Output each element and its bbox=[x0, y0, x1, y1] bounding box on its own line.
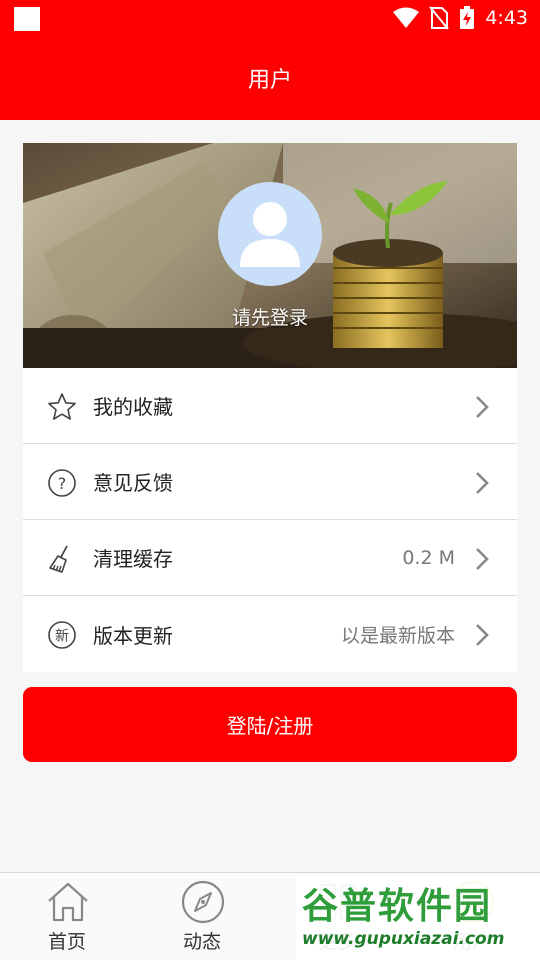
compass-icon bbox=[181, 880, 225, 924]
version-status-value: 以是最新版本 bbox=[340, 624, 455, 647]
menu-item-version-update[interactable]: 新 版本更新 以是最新版本 bbox=[23, 596, 517, 672]
tab-home[interactable]: 首页 bbox=[7, 873, 127, 960]
menu-item-favorites[interactable]: 我的收藏 bbox=[23, 368, 517, 444]
cache-size-value: 0.2 M bbox=[402, 546, 455, 569]
chevron-right-icon bbox=[476, 472, 489, 494]
tab-feed[interactable]: 动态 bbox=[142, 873, 262, 960]
status-icons: 4:43 bbox=[393, 5, 528, 31]
login-register-button[interactable]: 登陆/注册 bbox=[23, 687, 517, 762]
question-circle-icon: ? bbox=[47, 468, 77, 498]
menu-item-feedback[interactable]: ? 意见反馈 bbox=[23, 444, 517, 520]
menu-item-label: 清理缓存 bbox=[93, 547, 173, 571]
watermark-url: www.gupuxiazai.com bbox=[302, 929, 505, 949]
clock: 4:43 bbox=[485, 7, 528, 29]
avatar[interactable] bbox=[218, 182, 322, 286]
menu-item-label: 版本更新 bbox=[93, 623, 173, 648]
user-card: 请先登录 我的收藏 ? 意见反馈 清理缓存 0.2 M 新 版本更新 以是最新版… bbox=[23, 143, 517, 672]
wifi-icon bbox=[393, 7, 420, 28]
watermark-title: 谷普软件园 bbox=[302, 886, 493, 927]
profile-banner: 请先登录 bbox=[23, 143, 517, 368]
settings-menu: 我的收藏 ? 意见反馈 清理缓存 0.2 M 新 版本更新 以是最新版本 bbox=[23, 368, 517, 672]
menu-item-label: 意见反馈 bbox=[93, 471, 173, 495]
watermark: 谷普软件园 www.gupuxiazai.com bbox=[296, 876, 540, 960]
new-badge-icon: 新 bbox=[47, 620, 77, 650]
menu-item-label: 我的收藏 bbox=[93, 395, 173, 419]
svg-text:新: 新 bbox=[55, 629, 69, 645]
page-title: 用户 bbox=[247, 68, 292, 93]
status-bar: 4:43 bbox=[0, 0, 540, 36]
title-bar: 用户 bbox=[0, 36, 540, 120]
chevron-right-icon bbox=[476, 396, 489, 418]
svg-text:?: ? bbox=[58, 474, 67, 493]
login-hint[interactable]: 请先登录 bbox=[23, 303, 517, 330]
tab-label: 动态 bbox=[182, 931, 221, 953]
menu-item-clear-cache[interactable]: 清理缓存 0.2 M bbox=[23, 520, 517, 596]
notification-icon bbox=[14, 7, 40, 31]
battery-charging-icon bbox=[460, 6, 475, 29]
tab-label: 首页 bbox=[47, 931, 86, 953]
chevron-right-icon bbox=[476, 624, 489, 646]
chevron-right-icon bbox=[476, 548, 489, 570]
user-placeholder-icon bbox=[240, 202, 300, 267]
broom-icon bbox=[47, 544, 77, 574]
star-icon bbox=[47, 392, 77, 422]
no-sim-icon bbox=[429, 6, 450, 30]
home-icon bbox=[48, 882, 88, 922]
